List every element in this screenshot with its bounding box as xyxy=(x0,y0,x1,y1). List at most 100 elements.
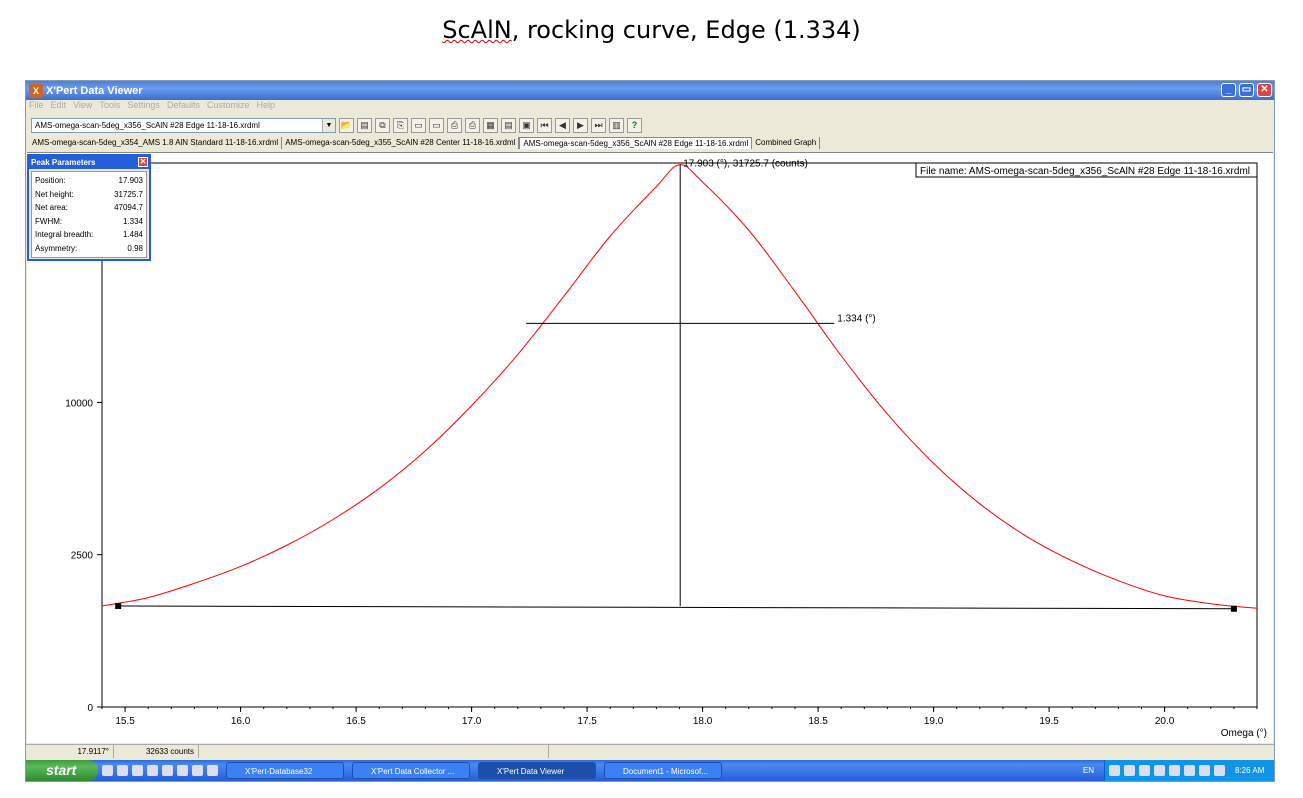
tray-icon[interactable] xyxy=(1124,765,1135,776)
param-net-height: Net height: 31725.7 xyxy=(35,188,143,202)
copy-icon[interactable]: ⧉ xyxy=(375,117,390,133)
folder-icon[interactable] xyxy=(147,765,158,776)
param-value: 17.903 xyxy=(118,176,143,185)
previous-icon[interactable]: ◀ xyxy=(555,117,570,133)
next-icon[interactable]: ▶ xyxy=(573,117,588,133)
task-data-collector[interactable]: X'Pert Data Collector ... xyxy=(352,762,470,779)
chevron-down-icon[interactable]: ▼ xyxy=(322,118,335,132)
app-icon[interactable] xyxy=(132,765,143,776)
app-icon[interactable] xyxy=(192,765,203,776)
tray-icon[interactable] xyxy=(1214,765,1225,776)
menu-settings[interactable]: Settings xyxy=(127,100,160,114)
x-tick-label: 18.0 xyxy=(693,716,713,727)
last-icon[interactable]: ⏭ xyxy=(591,117,606,133)
minimize-icon[interactable]: _ xyxy=(1221,83,1236,97)
taskbar: start X'Pert-Database32 X'Pert Data Coll… xyxy=(26,760,1274,781)
menu-bar: File Edit View Tools Settings Defaults C… xyxy=(26,100,1274,114)
param-fwhm: FWHM: 1.334 xyxy=(35,215,143,229)
param-value: 0.98 xyxy=(127,243,143,253)
first-icon[interactable]: ⏮ xyxy=(537,117,552,133)
tray-icon[interactable] xyxy=(1199,765,1210,776)
open-folder-icon[interactable]: 📂 xyxy=(339,117,354,133)
print-preview-icon[interactable]: ⎙ xyxy=(465,117,480,133)
menu-defaults[interactable]: Defaults xyxy=(167,100,200,114)
tab-standard[interactable]: AMS-omega-scan-5deg_x354_AMS 1.8 AlN Sta… xyxy=(29,137,283,149)
print-icon[interactable]: ⎙ xyxy=(447,117,462,133)
folder-open-icon[interactable]: ▭ xyxy=(429,117,444,133)
start-button[interactable]: start xyxy=(26,760,98,781)
background-marker xyxy=(1230,605,1237,612)
background-line xyxy=(118,605,1234,610)
x-tick-label: 17.5 xyxy=(577,716,597,727)
window-title: X'Pert Data Viewer xyxy=(46,84,143,97)
document-icon[interactable]: ▤ xyxy=(357,117,372,133)
tray-icon[interactable] xyxy=(1139,765,1150,776)
title-bar[interactable]: X X'Pert Data Viewer _ ▭ ✕ xyxy=(26,81,1274,100)
x-tick-label: 19.0 xyxy=(924,716,944,727)
x-tick-label: 16.5 xyxy=(346,716,366,727)
task-database[interactable]: X'Pert-Database32 xyxy=(226,762,344,779)
help-icon[interactable]: ? xyxy=(627,117,642,133)
status-position: 17.9117° xyxy=(26,745,114,758)
x-tick-label: 15.5 xyxy=(115,716,135,727)
rocking-curve-chart[interactable]: 15.5 16.0 16.5 17.0 17.5 18.0 18.5 19.0 19.5 20.0… xyxy=(27,153,1273,744)
layout-icon[interactable]: ▣ xyxy=(519,117,534,133)
param-asymmetry: Asymmetry: 0.98 xyxy=(35,242,143,256)
slide-title: ScAlN, rocking curve, Edge (1.334) xyxy=(0,16,1303,44)
file-select[interactable]: AMS-omega-scan-5deg_x356_ScAlN #28 Edge … xyxy=(31,117,336,133)
tray-icon[interactable] xyxy=(1109,765,1120,776)
tray-icon[interactable] xyxy=(1169,765,1180,776)
param-position: Position: 17.903 xyxy=(35,174,143,188)
x-tick-label: 19.5 xyxy=(1039,716,1059,727)
param-net-area: Net area: 47094.7 xyxy=(35,201,143,215)
tab-center[interactable]: AMS-omega-scan-5deg_x355_ScAlN #28 Cente… xyxy=(282,137,520,149)
peak-parameters-list: Position: 17.903 Net height: 31725.7 Net a… xyxy=(31,171,147,258)
graph-icon[interactable]: ▦ xyxy=(483,117,498,133)
peak-parameters-header[interactable]: Peak Parameters ✕ xyxy=(29,156,149,169)
status-empty xyxy=(199,745,549,758)
param-label: Net height: xyxy=(35,189,74,199)
param-value: 1.484 xyxy=(122,230,143,239)
app-icon: X xyxy=(29,83,43,98)
task-document[interactable]: Document1 - Microsof... xyxy=(604,762,722,779)
app-icon[interactable] xyxy=(177,765,188,776)
param-label: Net area: xyxy=(35,203,68,212)
peak-parameters-title: Peak Parameters xyxy=(31,158,96,167)
folder-icon[interactable]: ▭ xyxy=(411,117,426,133)
app-icon[interactable] xyxy=(207,765,218,776)
plot-area[interactable]: 15.5 16.0 16.5 17.0 17.5 18.0 18.5 19.0 19.5 20.0… xyxy=(27,152,1273,743)
menu-help[interactable]: Help xyxy=(256,100,275,114)
tray-icon[interactable] xyxy=(1184,765,1195,776)
x-tick-label: 20.0 xyxy=(1155,716,1175,727)
status-bar: 17.9117° 32633 counts xyxy=(26,744,1274,758)
close-icon[interactable]: ✕ xyxy=(138,157,148,167)
data-series-line xyxy=(101,164,1258,609)
param-label: FWHM: xyxy=(35,216,63,226)
y-tick-label: 0 xyxy=(87,703,93,714)
fwhm-label: 1.334 (°) xyxy=(837,313,875,324)
clock: 8:26 AM xyxy=(1235,766,1265,775)
menu-file[interactable]: File xyxy=(29,100,44,114)
app-icon[interactable] xyxy=(117,765,128,776)
tab-edge[interactable]: AMS-omega-scan-5deg_x356_ScAlN #28 Edge … xyxy=(519,137,753,149)
peak-label: 17.903 (°), 31725.7 (counts) xyxy=(683,158,808,169)
param-label: Asymmetry: xyxy=(35,243,78,253)
tray-icon[interactable] xyxy=(1154,765,1165,776)
menu-edit[interactable]: Edit xyxy=(51,100,67,114)
paste-icon[interactable]: ⎘ xyxy=(393,117,408,133)
restore-icon[interactable]: ▭ xyxy=(1239,83,1254,97)
file-name-label: File name: AMS-omega-scan-5deg_x356_ScAl… xyxy=(920,166,1250,177)
table-icon[interactable]: ▤ xyxy=(501,117,516,133)
task-data-viewer[interactable]: X'Pert Data Viewer xyxy=(478,762,596,779)
menu-tools[interactable]: Tools xyxy=(99,100,120,114)
x-tick-label: 16.0 xyxy=(231,716,251,727)
notepad-icon[interactable] xyxy=(162,765,173,776)
menu-view[interactable]: View xyxy=(73,100,92,114)
language-indicator[interactable]: EN xyxy=(1083,766,1094,775)
chart-icon[interactable]: ▥ xyxy=(609,117,624,133)
chrome-icon[interactable] xyxy=(102,765,113,776)
tab-combined-graph[interactable]: Combined Graph xyxy=(752,137,821,149)
y-tick-label: 2500 xyxy=(71,551,94,562)
close-icon[interactable]: ✕ xyxy=(1257,83,1272,97)
menu-customize[interactable]: Customize xyxy=(207,100,250,114)
